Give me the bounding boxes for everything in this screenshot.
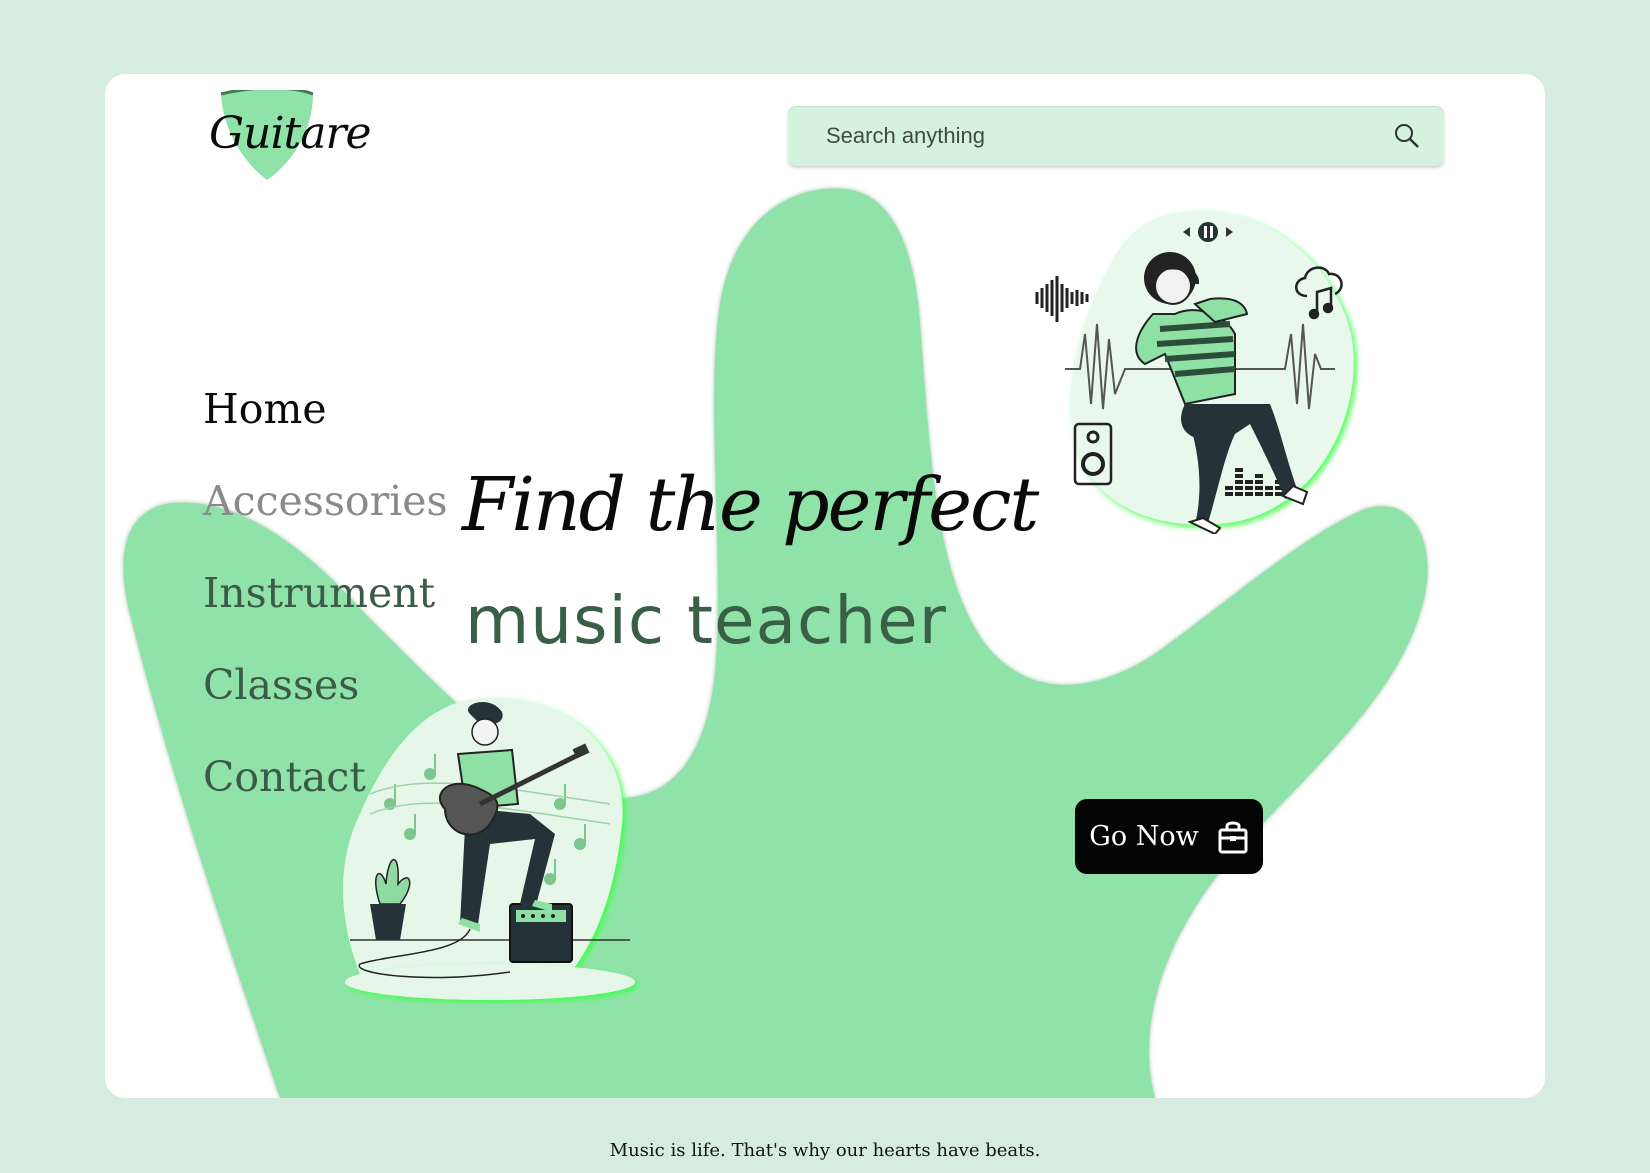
go-now-label: Go Now xyxy=(1089,821,1199,852)
brand-name[interactable]: Guitare xyxy=(209,108,372,159)
main-card: Guitare Home Accessories Instrument Clas… xyxy=(105,74,1545,1098)
nav-accessories[interactable]: Accessories xyxy=(203,466,448,558)
shopping-bag-icon xyxy=(1218,821,1248,853)
search-bar xyxy=(788,106,1444,166)
guitarist-illustration xyxy=(343,697,635,1000)
search-input[interactable] xyxy=(824,122,1392,150)
music-listener-illustration xyxy=(1035,210,1354,534)
amplifier-icon xyxy=(509,903,573,963)
hero-headline-line2: music teacher xyxy=(465,582,947,659)
nav-instrument[interactable]: Instrument xyxy=(203,558,448,650)
go-now-button[interactable]: Go Now xyxy=(1075,799,1263,874)
search-icon[interactable] xyxy=(1392,121,1422,151)
hero-headline-line1: Find the perfect xyxy=(462,462,1039,548)
nav-home[interactable]: Home xyxy=(203,374,448,466)
sound-wave-icon xyxy=(1035,276,1089,322)
footer-tagline: Music is life. That's why our hearts hav… xyxy=(609,1140,1041,1161)
